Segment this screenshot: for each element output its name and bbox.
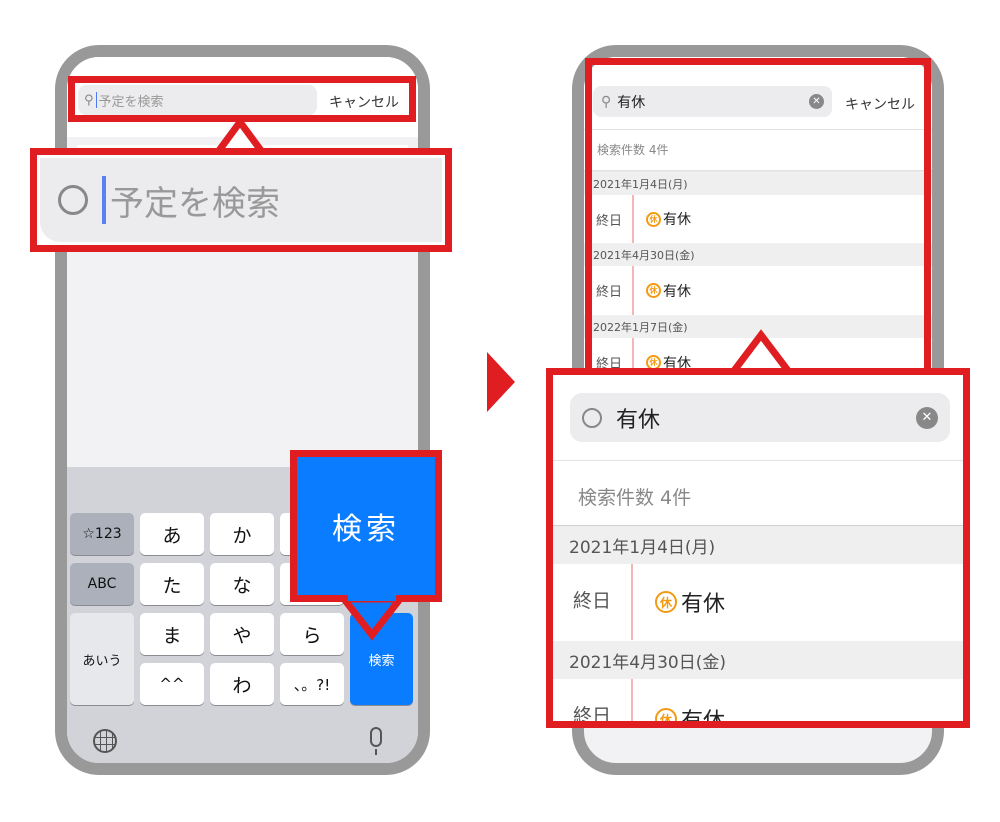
holiday-badge-icon: 休 xyxy=(655,591,677,613)
key-abc[interactable]: ABC xyxy=(70,563,134,605)
key-ta[interactable]: た xyxy=(140,563,204,605)
key-ya[interactable]: や xyxy=(210,613,274,655)
key-na[interactable]: な xyxy=(210,563,274,605)
key-symbols[interactable]: ☆123 xyxy=(70,513,134,555)
globe-icon[interactable] xyxy=(93,729,117,753)
zoom-callout-results: 有休 ✕ 検索件数 4件 2021年1月4日(月) 終日 休有休 2021年4月… xyxy=(546,368,970,728)
clear-icon[interactable]: ✕ xyxy=(916,406,938,429)
search-icon xyxy=(58,185,88,215)
event-row[interactable]: 終日 休有休 xyxy=(553,679,963,721)
key-ka[interactable]: か xyxy=(210,513,274,555)
key-punctuation[interactable]: 、。?! xyxy=(280,663,344,705)
zoom-callout-search: 予定を検索 xyxy=(30,148,452,252)
callout-pointer xyxy=(340,595,404,641)
key-a[interactable]: あ xyxy=(140,513,204,555)
next-step-arrow-icon xyxy=(487,352,515,412)
event-row[interactable]: 終日 休有休 xyxy=(553,564,963,640)
holiday-badge-icon: 休 xyxy=(655,708,677,721)
key-ma[interactable]: ま xyxy=(140,613,204,655)
search-input[interactable]: 有休 ✕ xyxy=(570,393,950,442)
key-ra[interactable]: ら xyxy=(280,613,344,655)
key-emoticon[interactable]: ^^ xyxy=(140,663,204,705)
key-wa[interactable]: わ xyxy=(210,663,274,705)
microphone-stand xyxy=(375,749,377,755)
microphone-icon[interactable] xyxy=(370,727,382,747)
zoom-callout-search-key: 検索 xyxy=(290,450,442,602)
search-icon xyxy=(582,407,602,428)
result-count: 検索件数 4件 xyxy=(578,487,692,509)
date-header: 2021年1月4日(月) xyxy=(553,526,963,564)
key-kana[interactable]: あいう xyxy=(70,613,134,705)
date-header: 2021年4月30日(金) xyxy=(553,641,963,679)
